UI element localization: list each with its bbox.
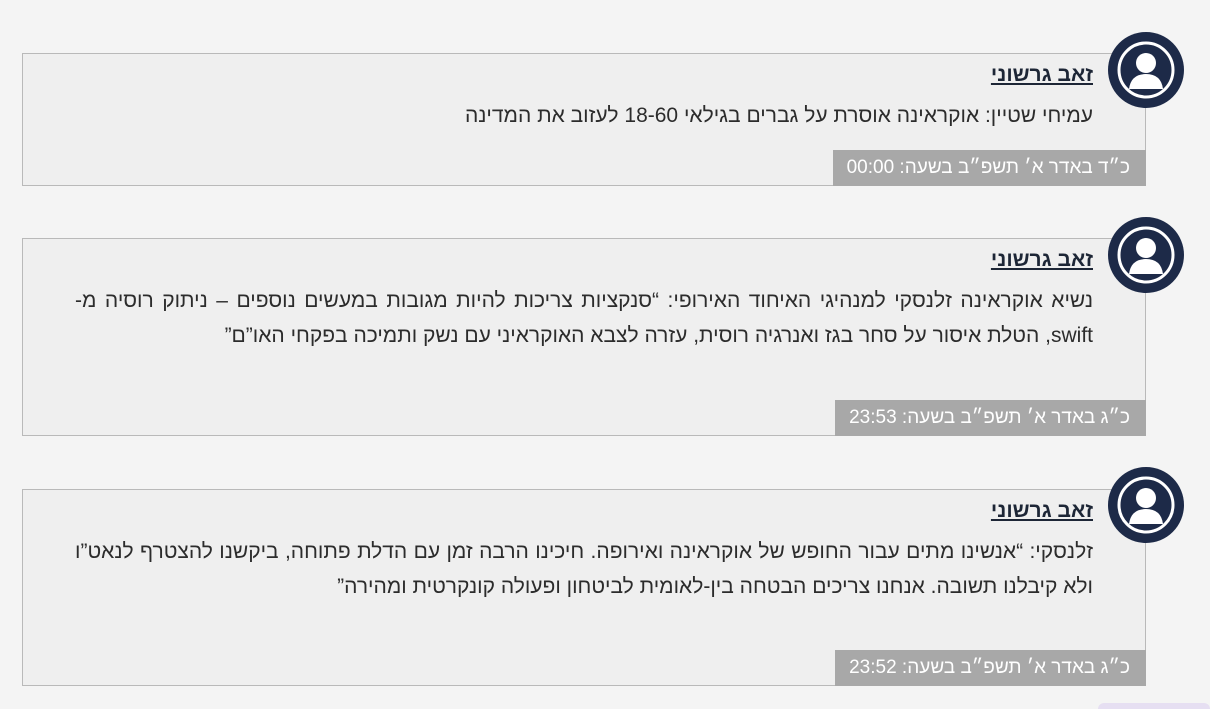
post-text: נשיא אוקראינה זלנסקי למנהיגי האיחוד האיר…: [75, 289, 1093, 347]
feed-item: זאב גרשוני עמיחי שטיין: אוקראינה אוסרת ע…: [22, 53, 1146, 186]
post-timestamp: כ״ג באדר א׳ תשפ״ב בשעה: 23:53: [835, 400, 1146, 436]
feed-item: זאב גרשוני זלנסקי: “אנשינו מתים עבור החו…: [22, 489, 1146, 686]
post-timestamp: כ״ד באדר א׳ תשפ״ב בשעה: 00:00: [832, 150, 1146, 186]
post-text: זלנסקי: “אנשינו מתים עבור החופש של אוקרא…: [75, 540, 1093, 598]
post-timestamp: כ״ג באדר א׳ תשפ״ב בשעה: 23:52: [835, 650, 1146, 686]
live-feed: זאב גרשוני עמיחי שטיין: אוקראינה אוסרת ע…: [0, 0, 1210, 709]
author-link[interactable]: זאב גרשוני: [991, 499, 1093, 523]
floating-widget-tab[interactable]: [1098, 703, 1210, 709]
user-avatar-icon: [1108, 467, 1184, 543]
user-avatar-icon: [1108, 217, 1184, 293]
feed-item: זאב גרשוני נשיא אוקראינה זלנסקי למנהיגי …: [22, 238, 1146, 436]
post-text: עמיחי שטיין: אוקראינה אוסרת על גברים בגי…: [464, 104, 1093, 127]
author-link[interactable]: זאב גרשוני: [991, 63, 1093, 87]
author-link[interactable]: זאב גרשוני: [991, 248, 1093, 272]
user-avatar-icon: [1108, 32, 1184, 108]
